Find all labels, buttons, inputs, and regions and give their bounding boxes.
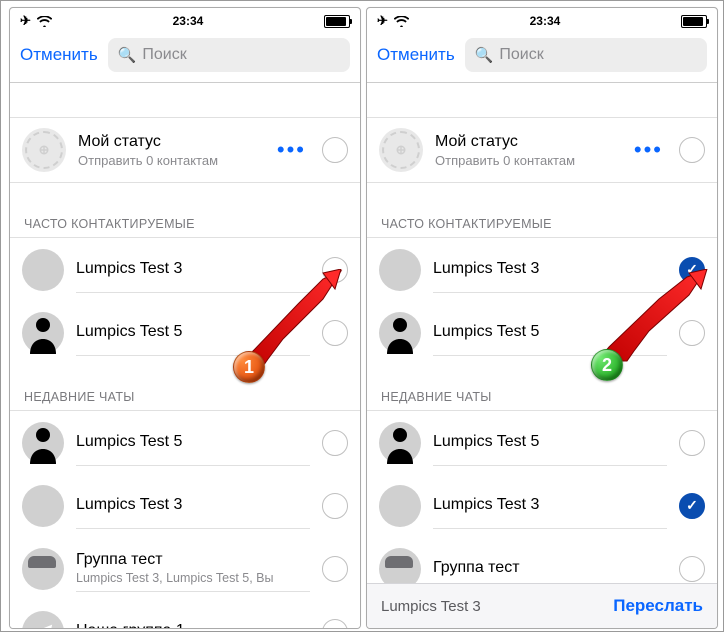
avatar xyxy=(22,249,64,291)
row-checkbox[interactable] xyxy=(679,493,705,519)
section-recent: НЕДАВНИЕ ЧАТЫ xyxy=(367,384,717,411)
avatar xyxy=(379,312,421,354)
forward-bar: Lumpics Test 3 Переслать xyxy=(367,583,717,628)
list-item[interactable]: Lumpics Test 3 xyxy=(367,474,717,537)
avatar xyxy=(22,312,64,354)
cancel-button[interactable]: Отменить xyxy=(377,45,455,65)
status-bar: ✈ 23:34 xyxy=(367,8,717,32)
contact-name: Lumpics Test 5 xyxy=(433,433,663,451)
contact-name: Наша группа 1 xyxy=(76,622,306,628)
search-input[interactable]: 🔍 Поиск xyxy=(108,38,350,72)
contact-name: Lumpics Test 5 xyxy=(76,433,306,451)
avatar xyxy=(379,422,421,464)
camera-plus-icon xyxy=(35,141,53,159)
row-checkbox[interactable] xyxy=(679,556,705,582)
battery-icon xyxy=(324,15,350,28)
status-subtitle: Отправить 0 контактам xyxy=(78,153,261,168)
list-item[interactable]: Lumpics Test 3 xyxy=(367,238,717,301)
contact-name: Группа тест xyxy=(76,551,306,569)
cancel-button[interactable]: Отменить xyxy=(20,45,98,65)
list-item[interactable]: Группа тест Lumpics Test 3, Lumpics Test… xyxy=(10,537,360,600)
nav-row: Отменить 🔍 Поиск xyxy=(10,32,360,83)
wifi-icon xyxy=(37,16,52,27)
status-title: Мой статус xyxy=(78,133,261,151)
wifi-icon xyxy=(394,16,409,27)
list-item[interactable]: Lumpics Test 3 xyxy=(10,238,360,301)
search-icon: 🔍 xyxy=(475,46,494,64)
row-checkbox[interactable] xyxy=(679,257,705,283)
camera-plus-icon xyxy=(392,141,410,159)
section-recent: НЕДАВНИЕ ЧАТЫ xyxy=(10,384,360,411)
more-icon[interactable]: ••• xyxy=(630,137,667,163)
annotation-badge-2: 2 xyxy=(591,349,623,381)
row-checkbox[interactable] xyxy=(322,493,348,519)
row-checkbox[interactable] xyxy=(322,556,348,582)
search-icon: 🔍 xyxy=(118,46,137,64)
my-status-row[interactable]: Мой статус Отправить 0 контактам ••• xyxy=(367,117,717,183)
clock: 23:34 xyxy=(173,14,204,28)
search-placeholder: Поиск xyxy=(499,46,543,64)
list-item[interactable]: Lumpics Test 5 xyxy=(10,301,360,364)
list-item[interactable]: Наша группа 1 xyxy=(10,600,360,628)
row-checkbox[interactable] xyxy=(679,430,705,456)
list-item[interactable]: Lumpics Test 5 xyxy=(10,411,360,474)
status-avatar xyxy=(379,128,423,172)
row-checkbox[interactable] xyxy=(322,320,348,346)
row-checkbox[interactable] xyxy=(322,430,348,456)
list-item[interactable]: Lumpics Test 5 xyxy=(367,301,717,364)
search-input[interactable]: 🔍 Поиск xyxy=(465,38,707,72)
clock: 23:34 xyxy=(530,14,561,28)
status-subtitle: Отправить 0 контактам xyxy=(435,153,618,168)
list-item[interactable]: Lumpics Test 3 xyxy=(10,474,360,537)
row-checkbox[interactable] xyxy=(679,320,705,346)
phone-after: ✈ 23:34 Отменить 🔍 Поиск Мой статус Отпр… xyxy=(366,7,718,629)
forward-selected-name: Lumpics Test 3 xyxy=(381,598,481,615)
phone-before: ✈ 23:34 Отменить 🔍 Поиск Мой статус Отпр… xyxy=(9,7,361,629)
my-status-row[interactable]: Мой статус Отправить 0 контактам ••• xyxy=(10,117,360,183)
row-checkbox[interactable] xyxy=(322,619,348,629)
airplane-mode-icon: ✈ xyxy=(377,13,388,29)
status-bar: ✈ 23:34 xyxy=(10,8,360,32)
contact-name: Lumpics Test 3 xyxy=(433,260,663,278)
status-checkbox[interactable] xyxy=(322,137,348,163)
nav-row: Отменить 🔍 Поиск xyxy=(367,32,717,83)
row-checkbox[interactable] xyxy=(322,257,348,283)
avatar xyxy=(22,485,64,527)
forward-button[interactable]: Переслать xyxy=(613,596,703,616)
status-checkbox[interactable] xyxy=(679,137,705,163)
avatar xyxy=(22,611,64,629)
status-title: Мой статус xyxy=(435,133,618,151)
contact-sub: Lumpics Test 3, Lumpics Test 5, Вы xyxy=(76,571,306,585)
search-placeholder: Поиск xyxy=(142,46,186,64)
avatar xyxy=(22,422,64,464)
contact-name: Lumpics Test 3 xyxy=(76,260,306,278)
contact-name: Lumpics Test 3 xyxy=(433,496,663,514)
section-frequent: ЧАСТО КОНТАКТИРУЕМЫЕ xyxy=(10,211,360,238)
avatar xyxy=(379,485,421,527)
list-item[interactable]: Lumpics Test 5 xyxy=(367,411,717,474)
section-frequent: ЧАСТО КОНТАКТИРУЕМЫЕ xyxy=(367,211,717,238)
airplane-mode-icon: ✈ xyxy=(20,13,31,29)
avatar xyxy=(379,249,421,291)
contact-name: Lumpics Test 3 xyxy=(76,496,306,514)
contact-name: Группа тест xyxy=(433,559,663,577)
annotation-badge-1: 1 xyxy=(233,351,265,383)
status-avatar xyxy=(22,128,66,172)
contact-name: Lumpics Test 5 xyxy=(76,323,306,341)
contact-name: Lumpics Test 5 xyxy=(433,323,663,341)
avatar xyxy=(22,548,64,590)
battery-icon xyxy=(681,15,707,28)
more-icon[interactable]: ••• xyxy=(273,137,310,163)
